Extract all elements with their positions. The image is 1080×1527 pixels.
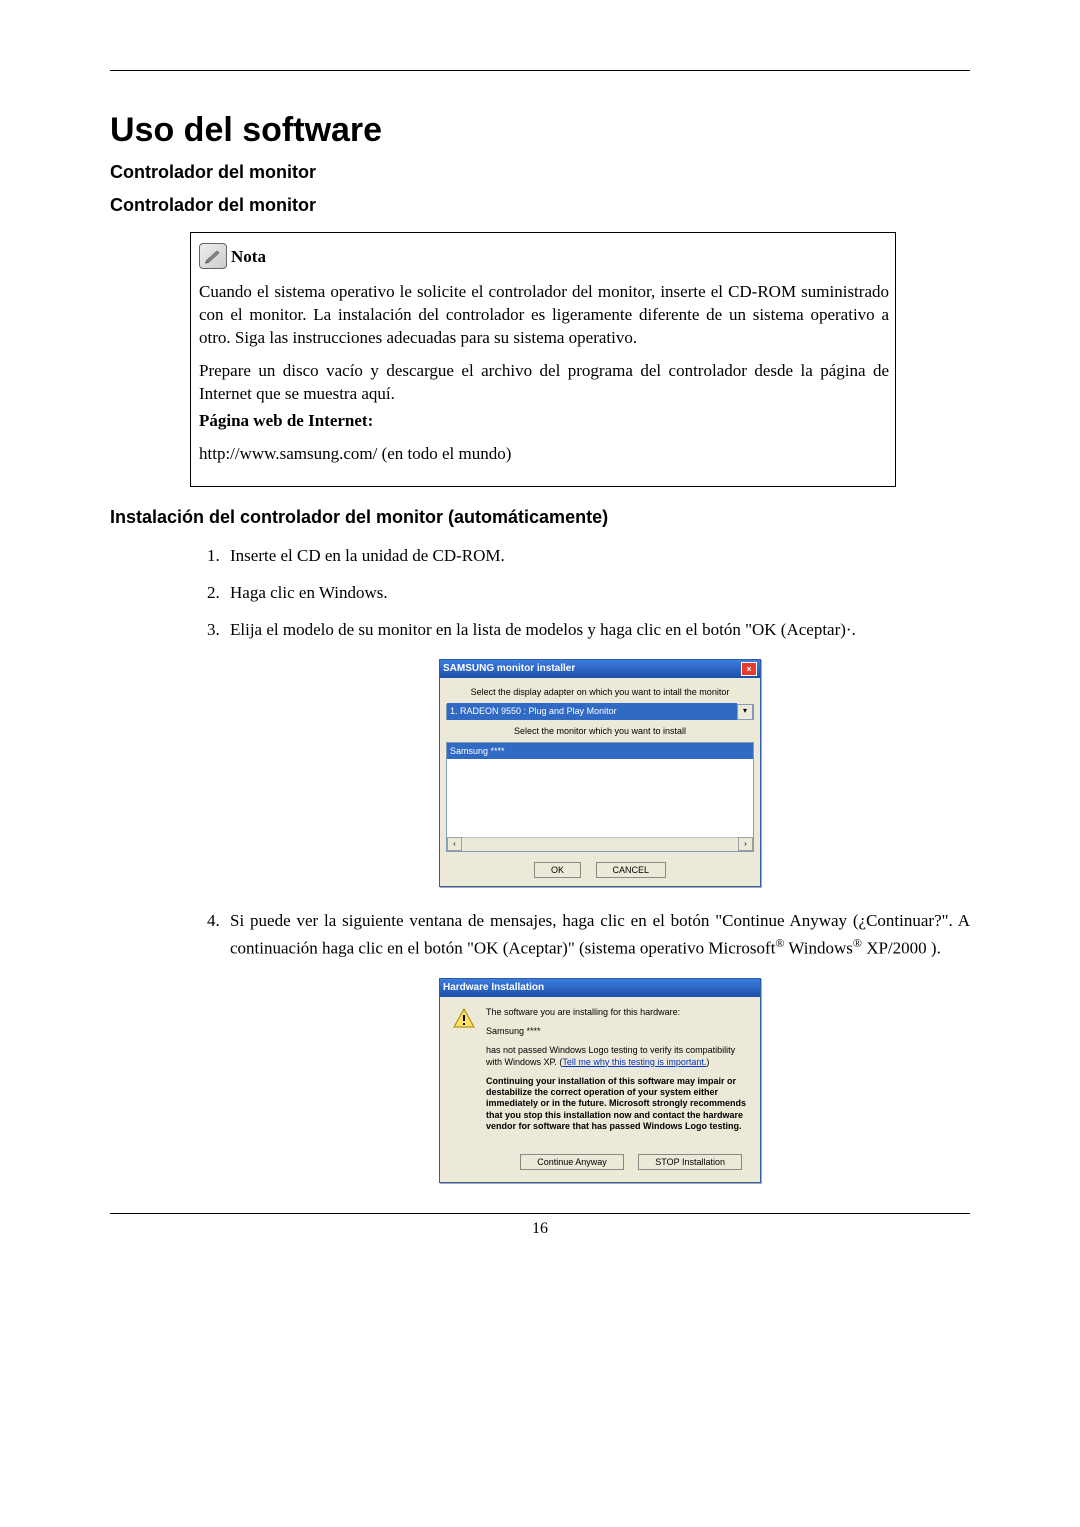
hw-line-3: has not passed Windows Logo testing to v…	[486, 1045, 748, 1068]
close-icon[interactable]: ×	[741, 662, 757, 676]
note-paragraph-1: Cuando el sistema operativo le solicite …	[199, 281, 889, 350]
step-2: Haga clic en Windows.	[224, 579, 970, 606]
hardware-title-text: Hardware Installation	[443, 979, 544, 997]
step-3-text: Elija el modelo de su monitor en la list…	[230, 620, 856, 639]
page-number: 16	[110, 1220, 970, 1238]
steps-list: Inserte el CD en la unidad de CD-ROM. Ha…	[196, 542, 970, 1184]
hw-link[interactable]: Tell me why this testing is important.	[562, 1057, 706, 1067]
note-box: Nota Cuando el sistema operativo le soli…	[190, 232, 896, 487]
step-4-text-b: Windows	[784, 939, 852, 958]
install-heading: Instalación del controlador del monitor …	[110, 507, 970, 528]
hw-line-1: The software you are installing for this…	[486, 1007, 748, 1018]
step-4: Si puede ver la siguiente ventana de men…	[224, 907, 970, 1183]
scroll-left-icon[interactable]: ‹	[447, 837, 462, 851]
ok-button[interactable]: OK	[534, 862, 581, 878]
rule-top	[110, 70, 970, 71]
hw-bold-block: Continuing your installation of this sof…	[486, 1076, 748, 1132]
step-4-text-a: Si puede ver la siguiente ventana de men…	[230, 911, 970, 958]
stop-installation-button[interactable]: STOP Installation	[638, 1154, 742, 1170]
note-web-label: Página web de Internet:	[199, 411, 373, 430]
horizontal-scrollbar[interactable]: ‹ ›	[447, 837, 753, 851]
installer-dialog: SAMSUNG monitor installer × Select the d…	[439, 659, 761, 887]
monitor-listbox[interactable]: Samsung **** ‹ ›	[446, 742, 754, 852]
hardware-titlebar: Hardware Installation	[440, 979, 760, 997]
step-1: Inserte el CD en la unidad de CD-ROM.	[224, 542, 970, 569]
adapter-select[interactable]: 1. RADEON 9550 : Plug and Play Monitor ▾	[446, 704, 754, 720]
adapter-select-value: 1. RADEON 9550 : Plug and Play Monitor	[447, 703, 737, 719]
cancel-button[interactable]: CANCEL	[596, 862, 667, 878]
section-heading-2: Controlador del monitor	[110, 195, 970, 216]
hardware-dialog: Hardware Installation	[439, 978, 761, 1183]
page-title: Uso del software	[110, 111, 970, 150]
note-label: Nota	[231, 246, 266, 269]
continue-anyway-button[interactable]: Continue Anyway	[520, 1154, 624, 1170]
installer-titlebar: SAMSUNG monitor installer ×	[440, 660, 760, 678]
note-paragraph-2: Prepare un disco vacío y descargue el ar…	[199, 360, 889, 406]
note-url: http://www.samsung.com/ (en todo el mund…	[199, 443, 889, 466]
section-heading-1: Controlador del monitor	[110, 162, 970, 183]
note-icon	[199, 243, 227, 269]
scroll-right-icon[interactable]: ›	[738, 837, 753, 851]
rule-bottom	[110, 1213, 970, 1214]
hw-line-2: Samsung ****	[486, 1026, 748, 1037]
installer-label-2: Select the monitor which you want to ins…	[446, 724, 754, 738]
installer-label-1: Select the display adapter on which you …	[446, 685, 754, 699]
hw-line-3b: )	[706, 1057, 709, 1067]
installer-title-text: SAMSUNG monitor installer	[443, 660, 575, 678]
monitor-list-item[interactable]: Samsung ****	[447, 743, 753, 759]
step-3: Elija el modelo de su monitor en la list…	[224, 616, 970, 887]
chevron-down-icon[interactable]: ▾	[737, 704, 753, 720]
step-4-text-c: XP/2000 ).	[862, 939, 941, 958]
warning-icon	[452, 1007, 476, 1031]
